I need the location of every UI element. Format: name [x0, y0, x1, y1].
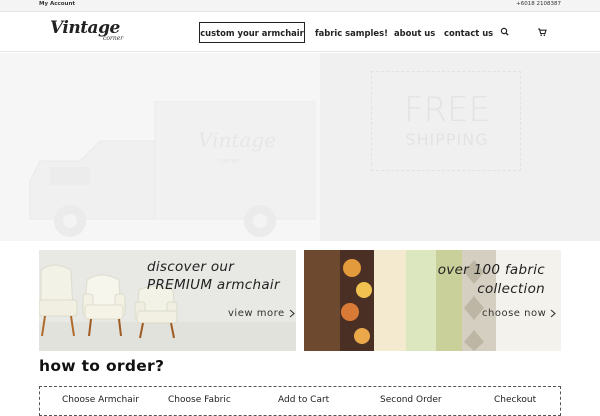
choose-now-label: choose now: [482, 308, 547, 319]
logo-sub: corner: [103, 35, 124, 42]
fabric-banner-line1: over 100 fabric: [437, 262, 545, 278]
truck-logo-text: Vintage: [198, 128, 276, 152]
nav-about-us[interactable]: about us: [394, 22, 435, 43]
fabric-collection-banner[interactable]: over 100 fabric collection choose now: [304, 250, 561, 351]
free-text: FREE: [403, 90, 491, 130]
premium-banner-line1: discover our: [147, 259, 235, 275]
hero-banner[interactable]: Vintage corner FREE SHIPPING: [0, 53, 600, 241]
free-shipping-badge: FREE SHIPPING: [371, 71, 521, 171]
nav-contact-us[interactable]: contact us: [444, 22, 493, 43]
premium-banner-line2: PREMIUM armchair: [147, 277, 280, 293]
cart-icon[interactable]: [536, 26, 548, 38]
chevron-right-icon: [289, 309, 295, 318]
step-add-to-cart[interactable]: Add to Cart: [278, 395, 329, 405]
fabric-banner-line2: collection: [477, 281, 545, 297]
premium-armchair-banner[interactable]: discover our PREMIUM armchair view more: [39, 250, 296, 351]
shipping-text: SHIPPING: [405, 130, 489, 149]
search-icon[interactable]: [499, 26, 511, 38]
view-more-link[interactable]: view more: [228, 308, 295, 319]
truck-illustration: Vintage corner: [29, 101, 316, 237]
site-logo[interactable]: Vintage corner: [50, 18, 142, 48]
order-steps: Choose Armchair Choose Fabric Add to Car…: [39, 386, 561, 416]
nav-custom-armchair[interactable]: custom your armchair: [199, 22, 305, 43]
step-choose-armchair[interactable]: Choose Armchair: [62, 395, 139, 405]
step-checkout[interactable]: Checkout: [494, 395, 536, 405]
step-choose-fabric[interactable]: Choose Fabric: [168, 395, 231, 405]
nav-fabric-samples[interactable]: fabric samples!: [315, 22, 388, 43]
top-bar: My Account +6018 2108387: [0, 0, 600, 12]
chevron-right-icon: [550, 309, 557, 318]
site-header: Vintage corner custom your armchair fabr…: [0, 12, 600, 52]
how-to-order-heading: how to order?: [39, 357, 165, 375]
choose-now-link[interactable]: choose now: [482, 308, 557, 319]
view-more-label: view more: [228, 308, 285, 319]
phone-number: +6018 2108387: [516, 1, 561, 7]
step-second-order[interactable]: Second Order: [380, 395, 442, 405]
truck-sub-text: corner: [218, 157, 241, 165]
my-account-link[interactable]: My Account: [39, 1, 75, 7]
